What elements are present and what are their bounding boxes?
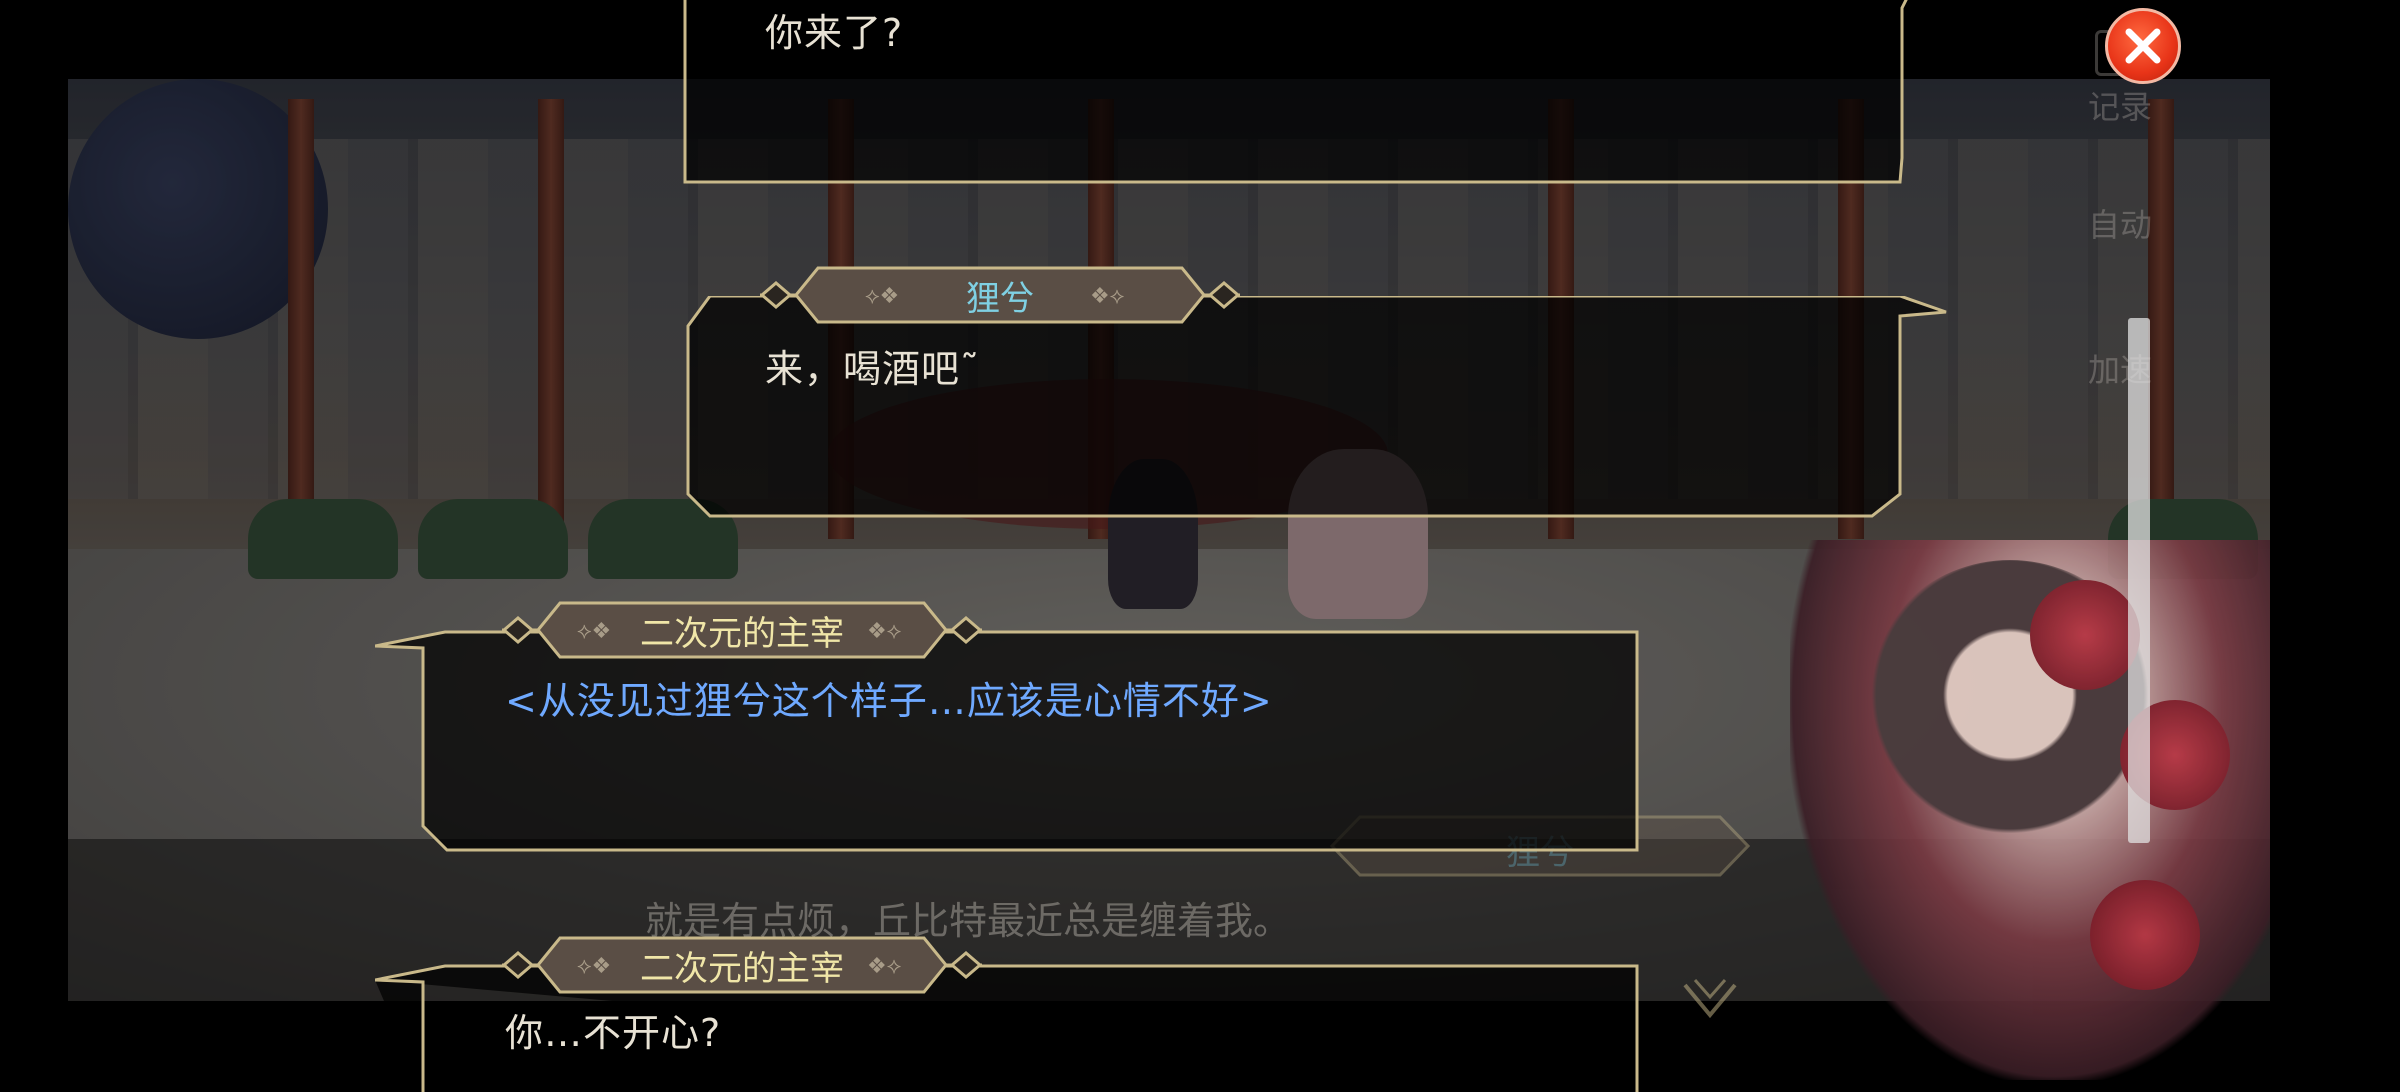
log-entry-1-text: 你来了? xyxy=(765,11,904,55)
speaker-plate-2: ⟡❖ ❖⟡ 狸兮 xyxy=(760,265,1240,325)
svg-text:❖⟡: ❖⟡ xyxy=(1090,284,1124,309)
speaker-name-4: 二次元的主宰 xyxy=(640,948,844,989)
close-button[interactable] xyxy=(2105,8,2181,84)
log-entry-2-text: 来，喝酒吧˜ xyxy=(765,347,981,391)
svg-text:⟡❖: ⟡❖ xyxy=(577,954,611,979)
log-entry-2: 来，喝酒吧˜ xyxy=(680,296,1950,521)
log-entry-3: <从没见过狸兮这个样子…应该是心情不好> xyxy=(375,628,1645,855)
log-entry-1: 你来了? xyxy=(680,0,1920,185)
speaker-plate-4: ⟡❖ ❖⟡ 二次元的主宰 xyxy=(502,935,982,995)
log-label: 记录 xyxy=(2087,88,2152,126)
rose xyxy=(2030,580,2140,690)
speed-button[interactable]: 加速 xyxy=(2040,345,2200,391)
auto-label: 自动 xyxy=(2087,206,2152,244)
svg-text:⟡❖: ⟡❖ xyxy=(865,284,899,309)
next-arrow-icon[interactable] xyxy=(1680,975,1740,1025)
close-icon xyxy=(2125,28,2161,64)
rose xyxy=(2090,880,2200,990)
log-entry-4-text: 你…不开心? xyxy=(505,1011,722,1055)
log-scrollbar[interactable] xyxy=(2128,318,2150,843)
character-portrait xyxy=(1790,540,2270,1080)
speaker-name-2: 狸兮 xyxy=(966,278,1034,319)
speaker-name-3: 二次元的主宰 xyxy=(640,613,844,654)
log-entry-3-text: <从没见过狸兮这个样子…应该是心情不好> xyxy=(505,679,1273,723)
auto-button[interactable]: 自动 xyxy=(2040,200,2200,246)
svg-text:❖⟡: ❖⟡ xyxy=(867,954,901,979)
svg-text:❖⟡: ❖⟡ xyxy=(867,619,901,644)
svg-text:⟡❖: ⟡❖ xyxy=(577,619,611,644)
speaker-plate-3: ⟡❖ ❖⟡ 二次元的主宰 xyxy=(502,600,982,660)
